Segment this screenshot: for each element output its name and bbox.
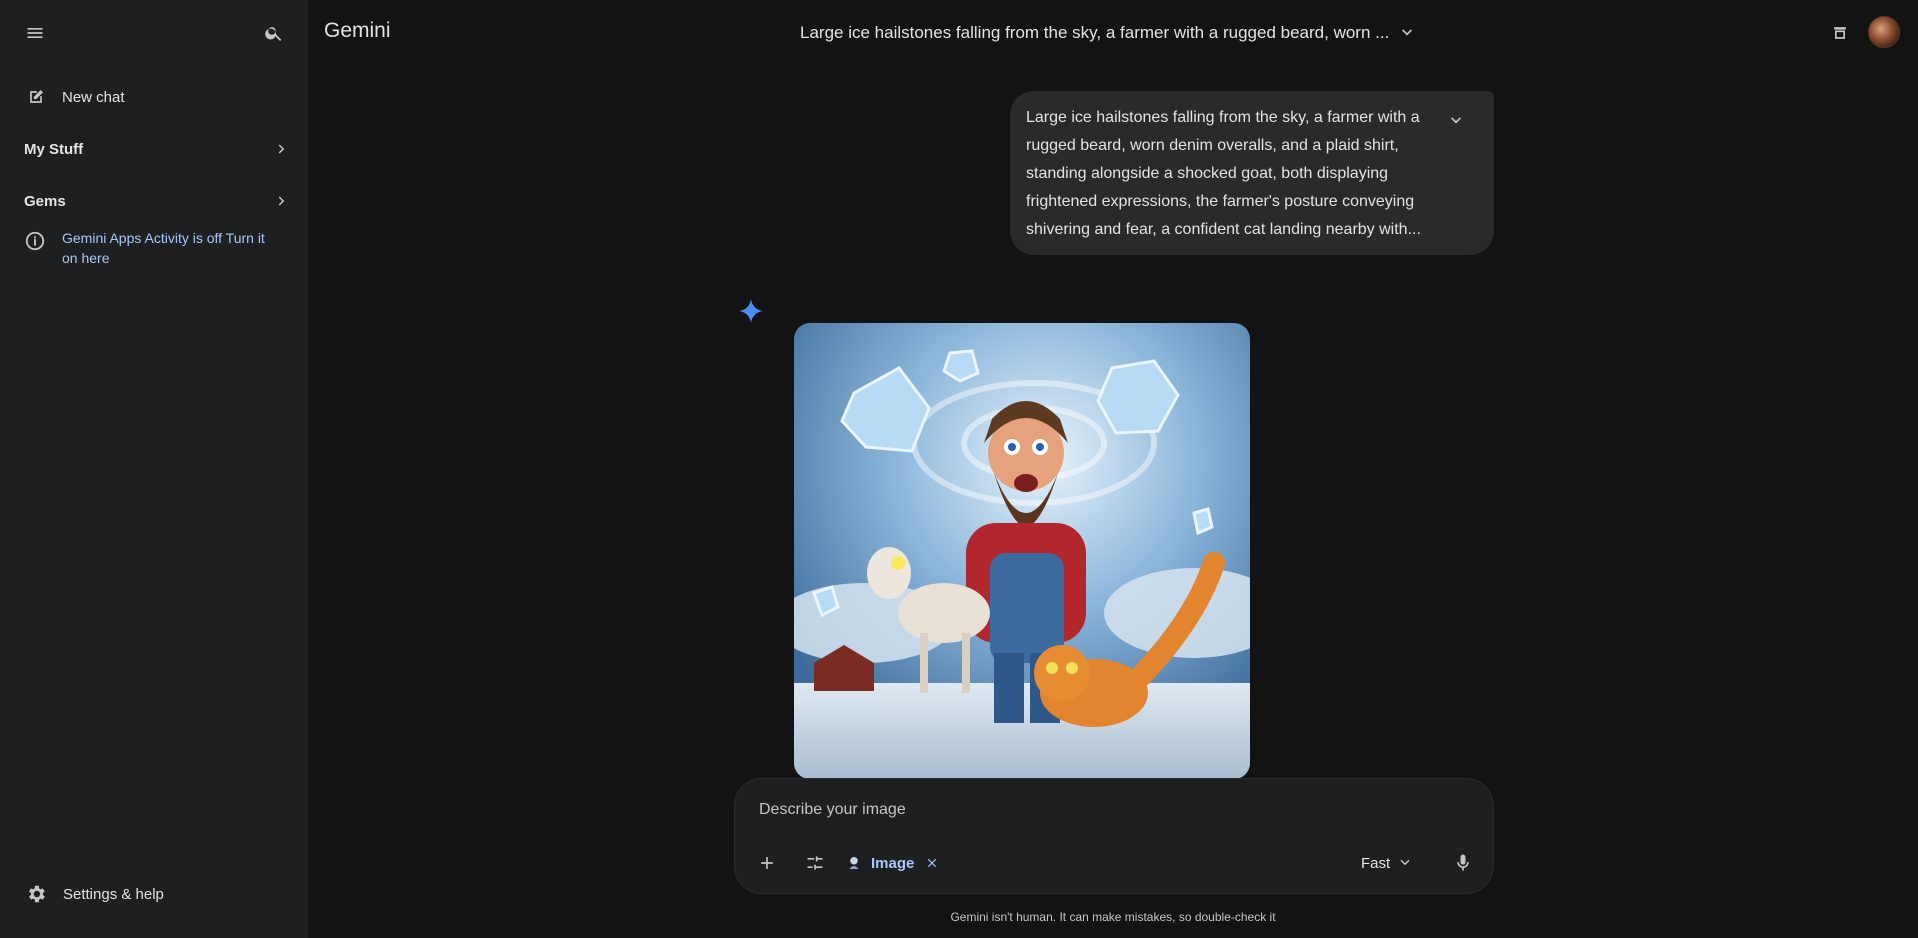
main-menu-button[interactable] <box>15 13 55 53</box>
new-chat-label: New chat <box>62 88 125 106</box>
image-banana-icon <box>845 854 863 872</box>
generated-image[interactable] <box>794 323 1250 779</box>
temporary-chat-icon <box>1834 27 1846 39</box>
expand-message-button[interactable] <box>1438 103 1474 139</box>
temporary-chat-button[interactable] <box>1820 13 1860 53</box>
sidebar: New chat My Stuff Gems Gemini Apps Activ… <box>0 0 308 938</box>
model-mode-select[interactable]: Fast <box>1361 849 1414 877</box>
edit-icon <box>26 87 46 107</box>
prompt-input[interactable] <box>759 801 1439 819</box>
chevron-right-icon <box>272 139 292 159</box>
gems-section[interactable]: Gems <box>12 181 296 221</box>
activity-link[interactable]: Gemini Apps Activity is off Turn it on h… <box>62 228 284 268</box>
gemini-spark-icon <box>738 298 764 324</box>
my-stuff-label: My Stuff <box>24 140 84 158</box>
gear-icon <box>25 883 47 905</box>
image-chip-label: Image <box>871 854 915 872</box>
chevron-right-icon <box>272 191 292 211</box>
mic-icon <box>1457 854 1469 871</box>
search-icon <box>265 27 282 41</box>
generated-image-art <box>794 323 1250 779</box>
settings-help-button[interactable]: Settings & help <box>12 874 296 914</box>
activity-notice: Gemini Apps Activity is off Turn it on h… <box>24 228 284 268</box>
settings-label: Settings & help <box>63 885 164 903</box>
add-button[interactable] <box>747 843 787 883</box>
disclaimer: Gemini isn't human. It can make mistakes… <box>0 910 1918 924</box>
my-stuff-section[interactable]: My Stuff <box>12 129 296 169</box>
chevron-down-icon <box>1397 23 1417 43</box>
new-chat-button[interactable]: New chat <box>12 77 296 117</box>
chat-title-dropdown[interactable]: Large ice hailstones falling from the sk… <box>800 20 1417 46</box>
chevron-down-icon <box>1396 854 1414 872</box>
search-button[interactable] <box>254 13 294 53</box>
plus-icon <box>761 857 773 869</box>
gems-label: Gems <box>24 192 66 210</box>
info-icon <box>24 230 46 252</box>
brand-title[interactable]: Gemini <box>324 19 391 43</box>
chevron-down-icon <box>1451 117 1461 124</box>
prompt-composer: Image Fast <box>734 778 1494 894</box>
avatar[interactable] <box>1868 16 1900 48</box>
disclaimer-text: Gemini isn't human. It can make mistakes… <box>950 910 1276 924</box>
image-mode-chip[interactable]: Image <box>845 849 940 877</box>
microphone-button[interactable] <box>1443 843 1483 883</box>
tools-button[interactable] <box>795 843 835 883</box>
chat-title-text: Large ice hailstones falling from the sk… <box>800 23 1390 42</box>
user-message-bubble: Large ice hailstones falling from the sk… <box>1010 91 1494 255</box>
mode-label: Fast <box>1361 854 1391 872</box>
close-icon[interactable] <box>924 855 940 871</box>
menu-icon <box>27 28 43 38</box>
user-prompt-text: Large ice hailstones falling from the sk… <box>1026 109 1421 238</box>
tune-icon <box>807 856 823 870</box>
